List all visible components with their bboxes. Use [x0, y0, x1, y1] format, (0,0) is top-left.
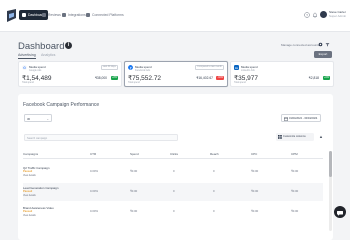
period-tag: Compared to last month [195, 65, 224, 70]
chevron-down-icon: ⌄ [46, 117, 49, 121]
status-badge: Paused [23, 210, 33, 213]
account-card-facebook[interactable]: f Media spend Facebook Ads Compared to l… [124, 61, 228, 87]
cell-clicks: 0 [173, 169, 175, 173]
card-value: ₹75,552.72 [128, 75, 162, 82]
header-divider [23, 158, 323, 159]
bell-icon[interactable] [312, 12, 318, 18]
search-input[interactable]: Search campaign [24, 134, 178, 141]
cell-spend: ₹0.00 [130, 189, 138, 193]
card-value: ₹35,977 [234, 75, 259, 82]
cell-spend: ₹0.00 [130, 169, 138, 173]
tab-advertising[interactable]: Advertising [18, 53, 36, 57]
link-icon [86, 13, 90, 17]
nav-reviews[interactable]: Reviews [42, 10, 61, 20]
filter-icon[interactable] [325, 42, 330, 47]
view-details-link[interactable]: View details [23, 214, 36, 217]
star-icon [42, 13, 46, 17]
svg-text:?: ? [306, 13, 308, 17]
cell-clicks: 0 [173, 209, 175, 213]
scrollbar-thumb[interactable] [329, 151, 332, 177]
facebook-icon: f [128, 65, 133, 70]
view-details-link[interactable]: View details [23, 194, 36, 197]
cell-spend: ₹0.00 [130, 209, 138, 213]
active-tab-indicator [18, 58, 36, 59]
info-icon[interactable]: i [65, 42, 72, 49]
page-title: Dashboard [18, 41, 65, 52]
card-value: ₹1,54,489 [22, 75, 52, 82]
panel-title: Facebook Campaign Performance [23, 102, 100, 108]
customize-columns-button[interactable]: Customize columns [276, 133, 314, 141]
cell-cpm: ₹0.00 [291, 189, 299, 193]
google-ads-icon: G [22, 65, 27, 70]
cell-cpc: ₹0.00 [251, 209, 259, 213]
cell-reach: 0 [213, 189, 215, 193]
period-tag: Last 30 days [100, 65, 118, 70]
change-badge: -10% [216, 76, 224, 80]
cell-ctr: 0.00% [90, 209, 98, 213]
chat-icon [337, 211, 343, 216]
top-navigation-bar: Dashboard Reviews Integrations Connected… [0, 0, 350, 32]
column-header-cpc[interactable]: CPC [251, 152, 257, 156]
calendar-icon [284, 117, 288, 121]
table-row[interactable]: Brand Awareness Video Paused View detail… [23, 203, 323, 221]
settings-icon[interactable] [318, 42, 323, 47]
account-card-google[interactable]: G Media spend Google Ads Last 30 days ₹1… [18, 61, 122, 87]
view-details-link[interactable]: View details [23, 174, 36, 177]
column-header-spend[interactable]: Spend [130, 152, 139, 156]
help-icon[interactable]: ? [304, 12, 310, 18]
cell-reach: 0 [213, 169, 215, 173]
linkedin-icon: in [234, 65, 239, 70]
svg-text:in: in [235, 66, 238, 70]
cell-cpm: ₹0.00 [291, 169, 299, 173]
tab-analytics[interactable]: Analytics [41, 53, 55, 57]
change-badge: +6% [323, 76, 330, 80]
account-card-linkedin[interactable]: in Media spend LinkedIn Ads ₹35,977 Tota… [230, 61, 334, 87]
export-button[interactable]: Export [314, 51, 332, 58]
table-row[interactable]: Q2 Traffic Campaign Paused View details … [23, 163, 323, 181]
svg-text:G: G [23, 66, 26, 70]
period-select[interactable]: 30 ⌄ [24, 114, 52, 122]
grid-icon [22, 13, 26, 17]
change-badge: +8% [111, 76, 118, 80]
app-logo[interactable] [6, 9, 17, 22]
status-badge: Paused [23, 190, 33, 193]
manage-accounts-link[interactable]: Manage connected accounts [281, 43, 319, 47]
date-range-picker[interactable]: 01/04/2024 - 30/04/2024 [281, 114, 321, 122]
plug-icon [62, 13, 66, 17]
campaign-performance-panel: Facebook Campaign Performance 30 ⌄ 01/04… [18, 94, 333, 240]
column-header-campaigns[interactable]: Campaigns [23, 152, 38, 156]
user-menu[interactable]: Steve Carter Super Admin [329, 10, 346, 18]
column-header-reach[interactable]: Reach [210, 152, 219, 156]
nav-connected-platforms[interactable]: Connected Platforms [86, 10, 124, 20]
cell-reach: 0 [213, 209, 215, 213]
column-header-clicks[interactable]: Clicks [170, 152, 178, 156]
status-badge: Paused [23, 170, 33, 173]
avatar[interactable] [320, 11, 327, 18]
cell-clicks: 0 [173, 189, 175, 193]
table-row[interactable]: Lead Generation Campaign Paused View det… [23, 183, 323, 201]
column-header-ctr[interactable]: CTR [90, 152, 96, 156]
cell-cpc: ₹0.00 [251, 169, 259, 173]
cell-cpc: ₹0.00 [251, 189, 259, 193]
columns-icon [278, 135, 282, 139]
chat-button[interactable] [334, 206, 346, 218]
column-header-cpm[interactable]: CPM [291, 152, 298, 156]
cell-ctr: 0.00% [90, 169, 98, 173]
cell-ctr: 0.00% [90, 189, 98, 193]
sort-icon[interactable]: ▲ [318, 134, 324, 140]
cell-cpm: ₹0.00 [291, 209, 299, 213]
nav-integrations[interactable]: Integrations [62, 10, 86, 20]
